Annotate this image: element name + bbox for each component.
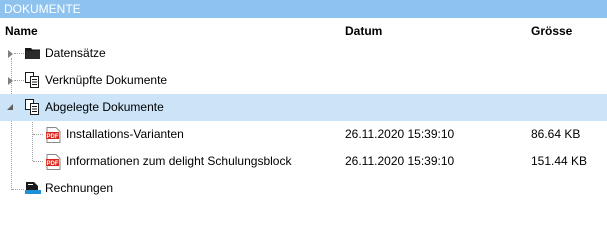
pdf-icon: PDF	[46, 127, 61, 143]
pdf-badge-label: PDF	[47, 161, 59, 167]
folder-icon	[25, 48, 40, 59]
linked-documents-icon	[25, 99, 39, 115]
tree-item-label: Installations-Varianten	[66, 127, 184, 141]
pdf-icon: PDF	[46, 154, 61, 170]
tree-item-label: Verknüpfte Dokumente	[45, 73, 168, 87]
file-date: 26.11.2020 15:39:10	[345, 127, 455, 141]
panel-title: DOKUMENTE	[4, 2, 81, 16]
file-size: 86.64 KB	[531, 127, 581, 141]
collapse-chevron-icon[interactable]	[7, 104, 13, 110]
tree-row-rechnungen[interactable]: Rechnungen	[0, 175, 607, 202]
tree-row-verknuepfte-dokumente[interactable]: Verknüpfte Dokumente	[0, 67, 607, 94]
tree-row-installations-varianten[interactable]: PDF Installations-Varianten 26.11.2020 1…	[0, 121, 607, 148]
expand-chevron-icon[interactable]	[8, 77, 13, 85]
tree-item-label: Abgelegte Dokumente	[45, 100, 164, 114]
expand-chevron-icon[interactable]	[8, 50, 13, 58]
linked-documents-icon	[25, 72, 39, 88]
tree-item-label: Rechnungen	[45, 181, 114, 195]
column-header-date[interactable]: Datum	[345, 24, 382, 38]
pdf-badge-label: PDF	[47, 134, 59, 140]
invoices-icon	[25, 182, 41, 194]
column-header-name[interactable]: Name	[5, 24, 38, 38]
panel-header: DOKUMENTE	[0, 0, 607, 18]
tree-item-label: Datensätze	[45, 46, 106, 60]
tree-row-datensaetze[interactable]: Datensätze	[0, 40, 607, 67]
file-date: 26.11.2020 15:39:10	[345, 154, 455, 168]
tree-row-abgelegte-dokumente[interactable]: Abgelegte Dokumente	[0, 94, 607, 121]
column-header-size[interactable]: Grösse	[531, 24, 572, 38]
tree-item-label: Informationen zum delight Schulungsblock	[66, 154, 292, 168]
tree-row-informationen-schulungsblock[interactable]: PDF Informationen zum delight Schulungsb…	[0, 148, 607, 175]
file-size: 151.44 KB	[531, 154, 588, 168]
